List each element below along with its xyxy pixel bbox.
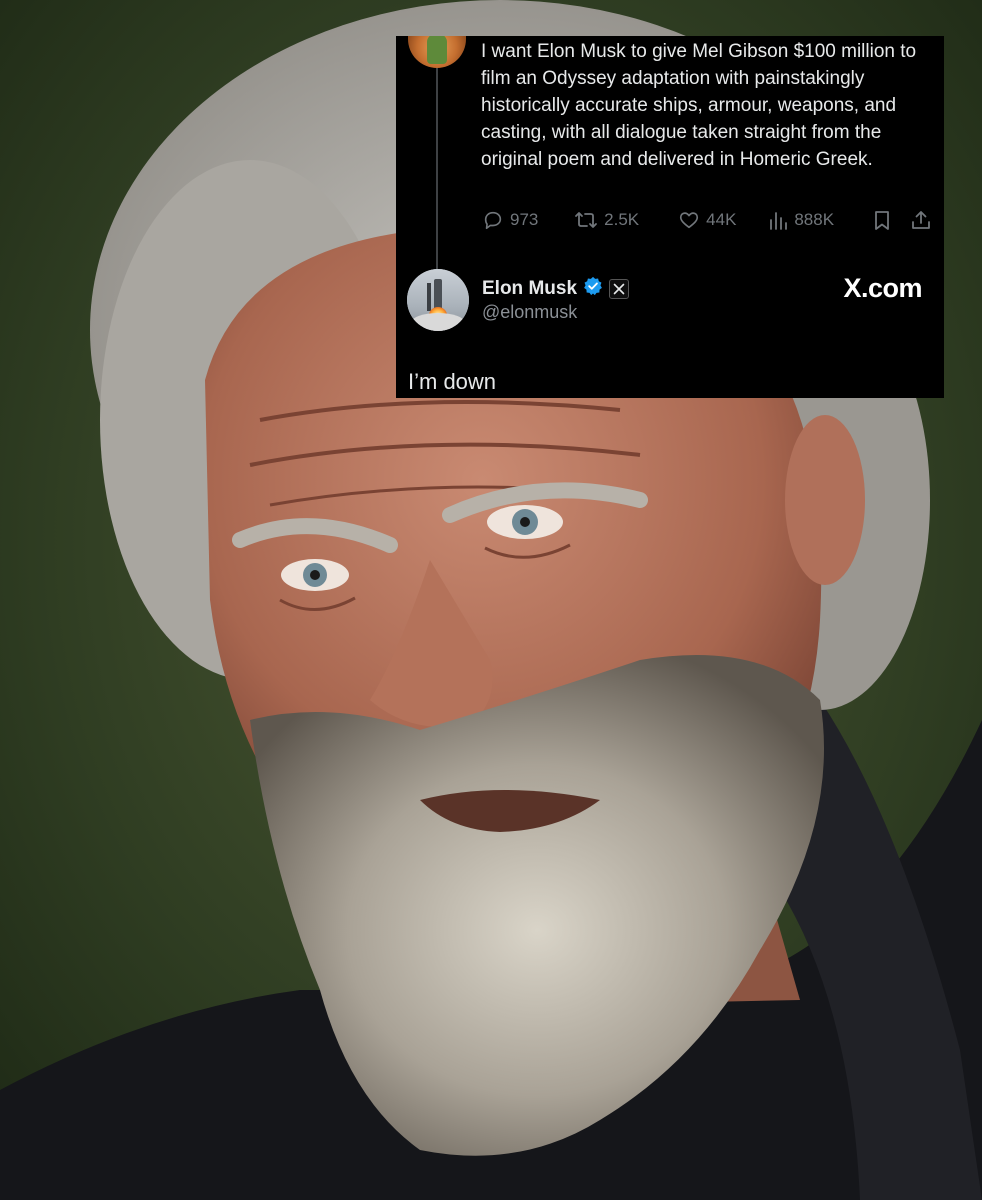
reply-author-name[interactable]: Elon Musk: [482, 278, 577, 300]
x-affiliation-badge-icon: [609, 278, 630, 299]
repost-button[interactable]: 2.5K: [574, 209, 678, 231]
repost-icon: [574, 209, 598, 231]
thread-connector-line: [436, 68, 438, 292]
bookmark-icon: [872, 209, 892, 231]
original-tweet-text: I want Elon Musk to give Mel Gibson $100…: [481, 41, 917, 170]
bookmark-button[interactable]: [872, 209, 910, 231]
verified-badge-icon: [583, 276, 603, 301]
share-button[interactable]: [910, 209, 932, 231]
x-com-watermark: X.com: [843, 273, 922, 303]
reply-author-avatar[interactable]: [407, 269, 469, 331]
tweet-screenshot-card: I want Elon Musk to give Mel Gibson $100…: [396, 36, 944, 398]
tweet-action-bar: 973 2.5K 44K 888K: [482, 208, 932, 232]
reply-author-handle[interactable]: @elonmusk: [482, 302, 577, 323]
repost-count: 2.5K: [604, 210, 640, 229]
views-bar-chart-icon: [768, 209, 788, 231]
reply-author-row: Elon Musk: [482, 276, 630, 301]
reply-tweet-text: I’m down: [408, 369, 497, 394]
reply-count: 973: [510, 210, 539, 229]
like-button[interactable]: 44K: [678, 209, 768, 231]
like-count: 44K: [706, 210, 737, 229]
reply-button[interactable]: 973: [482, 209, 574, 231]
original-poster-avatar[interactable]: [408, 36, 466, 68]
reply-icon: [482, 209, 504, 231]
share-upload-icon: [910, 209, 932, 231]
heart-icon: [678, 209, 700, 231]
view-count: 888K: [794, 210, 835, 229]
views-button[interactable]: 888K: [768, 209, 872, 231]
